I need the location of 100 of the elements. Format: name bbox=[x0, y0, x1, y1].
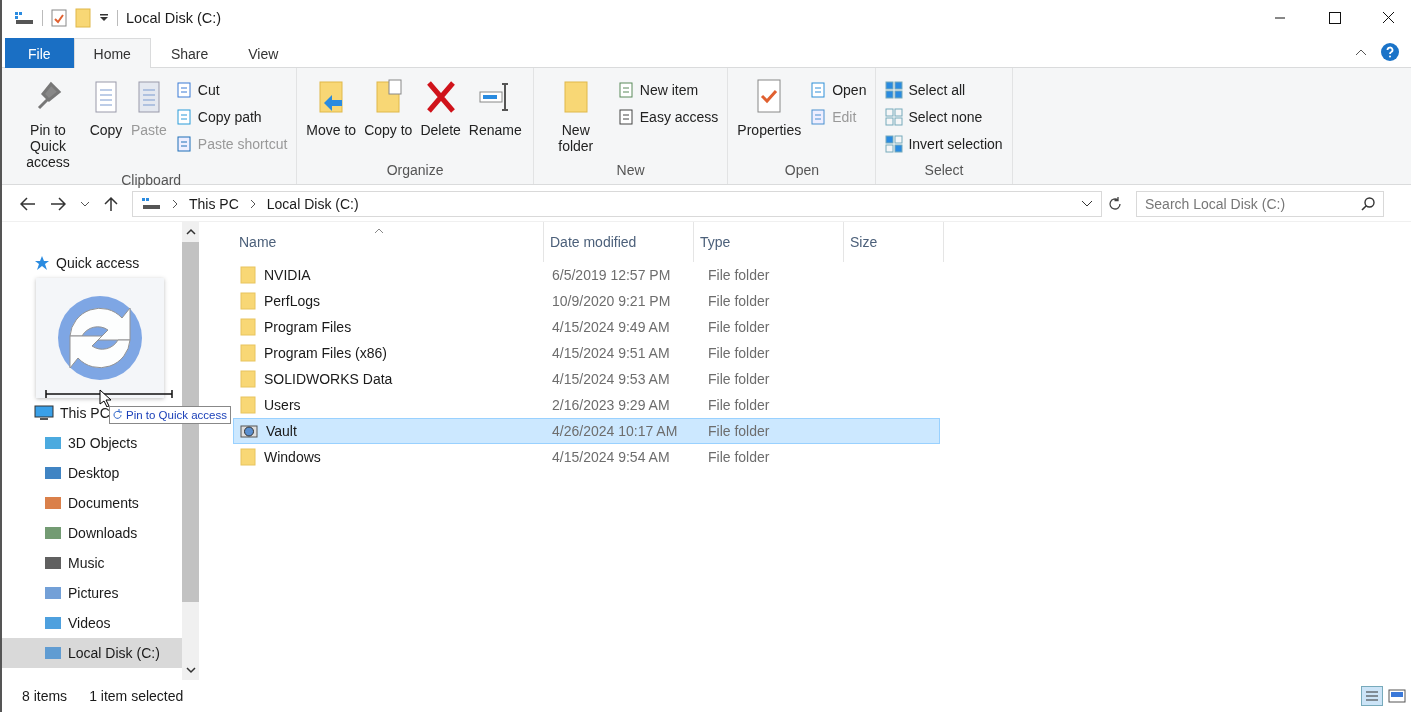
type-cell-text: File folder bbox=[707, 397, 771, 413]
drive-icon bbox=[141, 197, 161, 211]
type-cell-text: File folder bbox=[707, 319, 771, 335]
file-row[interactable]: Vault 4/26/2024 10:17 AM File folder bbox=[233, 418, 940, 444]
ribbon-button[interactable]: New item bbox=[613, 78, 722, 102]
column-header[interactable]: Name bbox=[233, 222, 544, 262]
item-count: 8 items bbox=[22, 688, 68, 704]
file-row[interactable]: Program Files 4/15/2024 9:49 AM File folder bbox=[233, 314, 940, 340]
ribbon-button[interactable]: Properties bbox=[734, 76, 805, 162]
selection-count: 1 item selected bbox=[89, 688, 184, 704]
details-view-icon[interactable] bbox=[1361, 686, 1383, 706]
file-name: Program Files (x86) bbox=[264, 345, 387, 361]
file-name: SOLIDWORKS Data bbox=[264, 371, 393, 387]
ribbon-button[interactable]: Copy path bbox=[171, 105, 291, 129]
ribbon-icon bbox=[616, 108, 635, 126]
file-row[interactable]: SOLIDWORKS Data 4/15/2024 9:53 AM File folder bbox=[233, 366, 940, 392]
ribbon-button[interactable]: Select none bbox=[882, 105, 1006, 129]
ribbon-tab[interactable]: Share bbox=[150, 38, 229, 68]
ribbon-icon bbox=[174, 81, 193, 99]
refresh-icon[interactable] bbox=[1108, 197, 1122, 211]
dropdown-icon[interactable] bbox=[1081, 200, 1093, 208]
group-label: New bbox=[615, 162, 646, 180]
help-icon[interactable] bbox=[1381, 42, 1399, 61]
ribbon-button[interactable]: Select all bbox=[882, 78, 1006, 102]
nav-item[interactable]: Quick access bbox=[2, 248, 182, 278]
recent-locations-icon[interactable] bbox=[80, 200, 90, 208]
ribbon-icon bbox=[809, 81, 828, 99]
breadcrumb[interactable]: Local Disk (C:) bbox=[266, 196, 359, 212]
column-header[interactable]: Type bbox=[694, 222, 844, 262]
ribbon-icon bbox=[885, 108, 904, 126]
ribbon-button[interactable]: Move to bbox=[303, 76, 360, 162]
refresh-icon bbox=[113, 409, 123, 421]
breadcrumb[interactable]: This PC bbox=[189, 196, 239, 212]
ribbon-button[interactable]: Easy access bbox=[613, 105, 722, 129]
ribbon-button[interactable]: Copy to bbox=[361, 76, 416, 162]
search-icon bbox=[1361, 197, 1375, 211]
search-field[interactable]: Search Local Disk (C:) bbox=[1136, 191, 1384, 217]
ribbon-icon bbox=[174, 108, 193, 126]
ribbon-icon bbox=[174, 135, 193, 153]
ribbon-icon bbox=[885, 81, 904, 99]
type-cell-text: File folder bbox=[707, 371, 771, 387]
ribbon-button[interactable]: Delete bbox=[417, 76, 464, 162]
drive-icon bbox=[14, 10, 34, 26]
date-cell-text: 4/26/2024 10:17 AM bbox=[552, 423, 679, 439]
nav-item[interactable]: Music bbox=[2, 548, 182, 578]
ribbon-button[interactable]: New folder bbox=[539, 76, 612, 162]
ribbon-button[interactable]: Open bbox=[806, 78, 870, 102]
nav-item[interactable]: Videos bbox=[2, 608, 182, 638]
group-label: Organize bbox=[385, 162, 445, 180]
file-tab[interactable]: File bbox=[5, 38, 74, 68]
date-cell-text: 4/15/2024 9:49 AM bbox=[552, 319, 671, 335]
file-row[interactable]: Users 2/16/2023 9:29 AM File folder bbox=[233, 392, 940, 418]
type-cell-text: File folder bbox=[707, 267, 771, 283]
date-cell-text: 4/15/2024 9:51 AM bbox=[552, 345, 671, 361]
insert-line-icon bbox=[45, 390, 173, 398]
star-icon bbox=[34, 255, 50, 271]
ribbon-button[interactable]: Copy bbox=[86, 76, 126, 172]
file-name: Users bbox=[264, 397, 301, 413]
dropdown-icon[interactable] bbox=[99, 13, 109, 23]
date-cell-text: 10/9/2020 9:21 PM bbox=[552, 293, 672, 309]
file-row[interactable]: NVIDIA 6/5/2019 12:57 PM File folder bbox=[233, 262, 940, 288]
ribbon-tab[interactable]: Home bbox=[73, 38, 151, 68]
sort-caret-icon bbox=[374, 228, 384, 234]
address-bar[interactable]: This PC Local Disk (C:) bbox=[132, 191, 1102, 217]
large-icons-view-icon[interactable] bbox=[1387, 686, 1407, 706]
up-icon[interactable] bbox=[104, 196, 118, 212]
file-name: Vault bbox=[266, 423, 297, 439]
nav-item[interactable]: Pictures bbox=[2, 578, 182, 608]
ribbon-icon bbox=[616, 81, 635, 99]
nav-item[interactable]: 3D Objects bbox=[2, 428, 182, 458]
ribbon-tab[interactable]: View bbox=[228, 38, 299, 68]
date-cell-text: 6/5/2019 12:57 PM bbox=[552, 267, 672, 283]
properties-icon[interactable] bbox=[51, 9, 67, 27]
file-row[interactable]: Windows 4/15/2024 9:54 AM File folder bbox=[233, 444, 940, 470]
collapse-ribbon-icon[interactable] bbox=[1355, 47, 1367, 56]
date-cell-text: 2/16/2023 9:29 AM bbox=[552, 397, 671, 413]
back-icon[interactable] bbox=[20, 197, 36, 211]
file-row[interactable]: PerfLogs 10/9/2020 9:21 PM File folder bbox=[233, 288, 940, 314]
type-cell-text: File folder bbox=[707, 423, 771, 439]
nav-item[interactable]: Downloads bbox=[2, 518, 182, 548]
column-header[interactable]: Size bbox=[844, 222, 944, 262]
ribbon-button[interactable]: Rename bbox=[465, 76, 525, 162]
ribbon-button[interactable]: Cut bbox=[171, 78, 291, 102]
chevron-icon bbox=[171, 199, 179, 209]
forward-icon[interactable] bbox=[50, 197, 66, 211]
nav-item[interactable]: Local Disk (C:) bbox=[2, 638, 182, 668]
group-label: Clipboard bbox=[120, 172, 183, 190]
chevron-icon bbox=[248, 199, 257, 209]
ribbon-button[interactable]: Invert selection bbox=[882, 132, 1006, 156]
nav-item[interactable]: Documents bbox=[2, 488, 182, 518]
computer-icon bbox=[34, 405, 54, 421]
file-row[interactable]: Program Files (x86) 4/15/2024 9:51 AM File folder bbox=[233, 340, 940, 366]
nav-item[interactable]: Desktop bbox=[2, 458, 182, 488]
column-header[interactable]: Date modified bbox=[544, 222, 694, 262]
file-name: NVIDIA bbox=[264, 267, 311, 283]
globe-folder-icon bbox=[240, 423, 258, 439]
ribbon-icon bbox=[885, 135, 904, 153]
scroll-down-icon[interactable] bbox=[185, 666, 196, 674]
ribbon-button[interactable]: Pin to Quick access bbox=[12, 76, 84, 172]
scroll-up-icon[interactable] bbox=[185, 228, 196, 236]
